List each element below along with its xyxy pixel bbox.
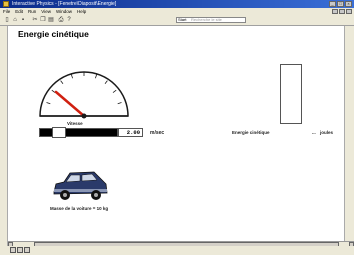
save-icon[interactable]: ▪ <box>19 16 27 24</box>
left-frame <box>0 26 8 246</box>
menu-help[interactable]: Help <box>77 8 86 15</box>
car-front-hub <box>63 193 67 197</box>
right-frame <box>344 26 354 241</box>
menu-window[interactable]: Window <box>56 8 72 15</box>
new-icon[interactable]: ▯ <box>3 16 11 24</box>
window-title: Interactive Physics - [Fenetre\Diaposit\… <box>12 1 117 7</box>
doc-close-icon[interactable] <box>346 9 352 14</box>
speed-unit-label: m/sec <box>150 130 165 136</box>
title-bar: Interactive Physics - [Fenetre\Diaposit\… <box>0 0 354 8</box>
speedometer-gauge <box>39 71 129 119</box>
copy-icon[interactable]: ❐ <box>39 16 47 24</box>
menu-file[interactable]: File <box>3 8 10 15</box>
window-controls: _ □ × <box>329 1 352 7</box>
close-icon[interactable]: × <box>345 1 352 7</box>
car-rear-hub <box>94 193 98 197</box>
doc-minimize-icon[interactable] <box>332 9 338 14</box>
menu-edit[interactable]: Edit <box>15 8 23 15</box>
nav-prev-icon[interactable] <box>17 247 23 253</box>
energy-unit-label: joules <box>320 130 334 135</box>
speed-value-field[interactable]: 2.00 <box>118 128 143 137</box>
search-input[interactable]: Start Recherche le site <box>176 17 246 23</box>
search-placeholder: Recherche le site <box>191 17 222 22</box>
open-icon[interactable]: ⌂ <box>11 16 19 24</box>
toolbar: ▯ ⌂ ▪ ✂ ❐ ▤ ⎙ ? Start Recherche le site <box>0 15 354 26</box>
gauge-face <box>39 71 129 117</box>
search-go-button[interactable]: Start <box>178 18 186 22</box>
menu-bar: File Edit Run View Window Help <box>0 8 354 15</box>
menu-view[interactable]: View <box>41 8 51 15</box>
energy-meter <box>280 64 302 124</box>
nav-next-icon[interactable] <box>24 247 30 253</box>
gauge-label: Vitesse <box>67 121 83 126</box>
help-icon[interactable]: ? <box>65 16 73 24</box>
page-title: Energie cinétique <box>18 29 89 39</box>
app-icon[interactable] <box>3 1 9 7</box>
car-icon[interactable] <box>50 168 110 204</box>
print-icon[interactable]: ⎙ <box>57 16 65 24</box>
gauge-pivot <box>81 113 87 119</box>
cut-icon[interactable]: ✂ <box>31 16 39 24</box>
paste-icon[interactable]: ▤ <box>47 16 55 24</box>
nav-first-icon[interactable] <box>10 247 16 253</box>
maximize-icon[interactable]: □ <box>337 1 344 7</box>
energy-value: ... <box>312 130 316 135</box>
doc-restore-icon[interactable] <box>339 9 345 14</box>
car-mass-label: Masse de la voiture = 10 kg <box>50 206 109 211</box>
speed-slider-thumb[interactable] <box>52 127 66 138</box>
status-bar <box>0 246 354 255</box>
menu-run[interactable]: Run <box>28 8 36 15</box>
document-controls <box>332 9 352 14</box>
energy-label: Energie cinétique <box>232 130 270 135</box>
speed-slider-track[interactable] <box>39 128 118 137</box>
minimize-icon[interactable]: _ <box>329 1 336 7</box>
